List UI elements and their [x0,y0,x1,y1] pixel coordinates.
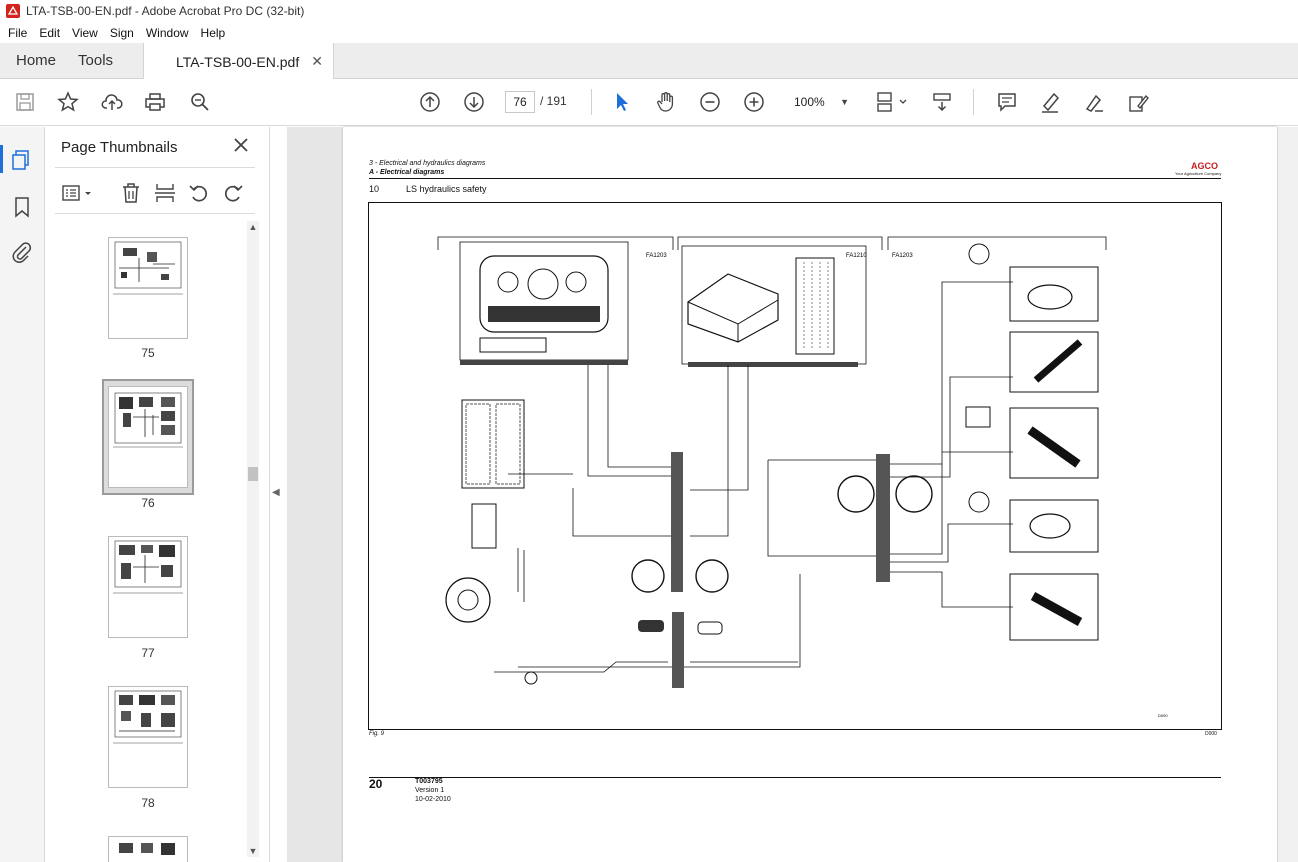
close-icon[interactable] [231,135,251,155]
pdf-page: 3 - Electrical and hydraulics diagrams A… [343,127,1277,862]
scroll-down-icon[interactable]: ▼ [247,845,259,857]
chevron-down-icon: ▼ [840,97,849,107]
section-number: 10 [369,184,380,194]
thumbnail-preview [113,392,183,448]
panel-title: Page Thumbnails [61,139,178,156]
menu-bar: File Edit View Sign Window Help [0,22,1298,43]
page-thumbnails-icon[interactable] [11,149,33,171]
connector-label: FA1203 [892,253,913,259]
thumbnail-preview [119,843,175,855]
menu-edit[interactable]: Edit [33,26,66,40]
title-bar: LTA-TSB-00-EN.pdf - Adobe Acrobat Pro DC… [0,0,1298,22]
extract-pages-icon[interactable] [153,181,177,205]
comment-icon[interactable] [995,90,1019,114]
rotate-left-icon[interactable] [187,181,211,205]
zoom-select[interactable]: 100% ▼ [787,91,855,113]
upload-icon[interactable] [100,90,124,114]
tab-close-icon[interactable]: ✕ [311,53,323,70]
tab-document[interactable]: LTA-TSB-00-EN.pdf ✕ [143,43,334,80]
menu-file[interactable]: File [2,26,33,40]
tab-bar: Home Tools LTA-TSB-00-EN.pdf ✕ [0,43,1298,80]
bookmark-star-icon[interactable] [56,90,80,114]
bookmarks-icon[interactable] [11,196,33,218]
tab-document-label: LTA-TSB-00-EN.pdf [176,53,300,70]
agco-logo: AGCO [1191,161,1218,171]
options-menu-icon[interactable] [61,181,95,205]
panel-divider [55,213,255,214]
delete-icon[interactable] [119,181,143,205]
pdf-header-sub: A - Electrical diagrams [369,169,445,176]
figure-ref: D000 [1205,731,1217,737]
thumbnails-scrollbar[interactable]: ▲ ▼ [247,221,259,857]
thumbnail-page[interactable] [108,686,188,788]
page-number-input[interactable]: 76 [505,91,535,113]
pdf-header-section: 3 - Electrical and hydraulics diagrams [369,160,486,167]
menu-view[interactable]: View [66,26,104,40]
acrobat-icon [6,4,20,18]
select-cursor-icon[interactable] [610,90,634,114]
window-title: LTA-TSB-00-EN.pdf - Adobe Acrobat Pro DC… [26,4,305,18]
zoom-in-icon[interactable] [742,90,766,114]
fit-page-icon[interactable] [875,90,909,114]
toolbar: 76 / 191 100% ▼ [0,79,1298,126]
footer-rule [369,777,1221,778]
find-icon[interactable] [188,90,212,114]
hand-icon[interactable] [654,90,678,114]
menu-sign[interactable]: Sign [104,26,140,40]
thumbnail-preview [113,690,183,744]
page-total: / 191 [540,94,567,108]
thumbnail-page[interactable] [108,536,188,638]
highlight-icon[interactable] [1038,90,1062,114]
tab-tools[interactable]: Tools [72,43,129,78]
page-number: 20 [369,777,383,791]
document-scrollbar[interactable] [1278,127,1298,862]
page-down-icon[interactable] [462,90,486,114]
menu-help[interactable]: Help [195,26,232,40]
attachments-icon[interactable] [11,241,33,263]
scroll-up-icon[interactable]: ▲ [247,221,259,233]
thumbnails-panel: Page Thumbnails 75 76 77 78 ▲ ▼ [45,127,270,862]
wiring-diagram: FA1203 FA1210 FA1203 D000 [368,202,1222,730]
doc-code: T003795 [415,778,443,785]
thumbnail-label: 78 [141,796,155,810]
thumbnail-preview [113,241,183,295]
figure-ref-small: D000 [1158,713,1168,718]
zoom-out-icon[interactable] [698,90,722,114]
page-up-icon[interactable] [418,90,442,114]
scroll-mode-icon[interactable] [930,90,954,114]
thumbnail-label: 75 [141,346,155,360]
toolbar-divider [973,89,974,115]
scrollbar-thumb[interactable] [248,467,258,481]
thumbnail-preview [113,540,183,594]
thumbnail-page-selected[interactable] [108,386,188,488]
save-icon[interactable] [13,90,37,114]
thumbnail-page[interactable] [108,836,188,862]
left-rail [0,127,45,862]
tab-home[interactable]: Home [0,43,72,78]
document-viewer[interactable]: 3 - Electrical and hydraulics diagrams A… [287,127,1298,862]
menu-window[interactable]: Window [140,26,195,40]
panel-divider [55,167,255,168]
doc-version: Version 1 [415,787,445,794]
section-title: LS hydraulics safety [406,184,487,194]
fill-sign-icon[interactable] [1126,90,1150,114]
collapse-panel-icon[interactable]: ◀ [272,487,280,498]
header-rule [369,178,1221,179]
figure-caption: Fig. 9 [369,731,385,737]
zoom-value: 100% [794,95,825,109]
thumbnail-page[interactable] [108,237,188,339]
toolbar-divider [591,89,592,115]
panel-toolbar [45,175,270,213]
connector-label: FA1210 [846,253,867,259]
print-icon[interactable] [143,90,167,114]
agco-tagline: Your Agriculture Company [1175,171,1222,176]
active-indicator [0,145,3,173]
thumbnail-label: 76 [141,496,155,510]
connector-label: FA1203 [646,253,667,259]
rotate-right-icon[interactable] [221,181,245,205]
doc-date: 10-02-2010 [415,796,451,803]
sign-icon[interactable] [1082,90,1106,114]
thumbnail-label: 77 [141,646,155,660]
